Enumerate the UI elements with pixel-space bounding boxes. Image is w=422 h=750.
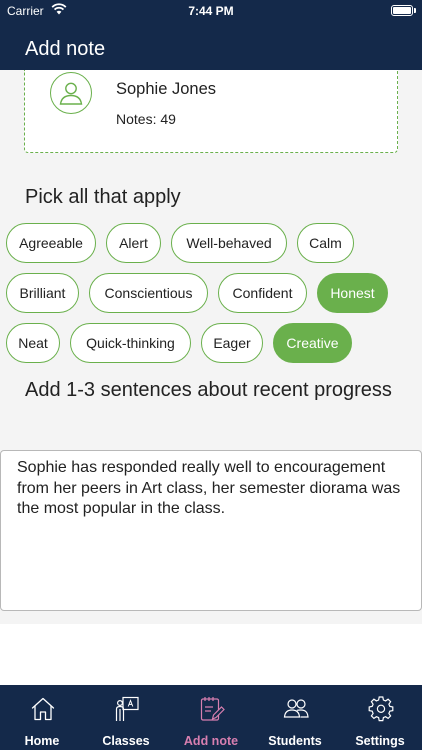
main-content: Sophie Jones Notes: 49 Pick all that app… xyxy=(0,70,422,624)
trait-chip-label: Brilliant xyxy=(19,285,66,301)
classroom-icon xyxy=(115,696,139,721)
tab-students[interactable]: Students xyxy=(253,685,337,750)
tab-students-label: Students xyxy=(268,734,322,748)
nav-bar: Add note xyxy=(0,24,422,70)
trait-chip-label: Honest xyxy=(330,285,375,301)
trait-chip-label: Alert xyxy=(119,235,148,251)
trait-chip[interactable]: Brilliant xyxy=(6,273,79,313)
gear-icon xyxy=(368,696,394,722)
trait-chip-label: Well-behaved xyxy=(186,235,272,251)
battery-icon xyxy=(391,5,413,16)
person-icon xyxy=(50,72,92,114)
trait-chip[interactable]: Alert xyxy=(106,223,161,263)
status-bar: Carrier 7:44 PM xyxy=(0,0,422,24)
progress-title: Add 1-3 sentences about recent progress xyxy=(25,379,392,401)
trait-chip[interactable]: Well-behaved xyxy=(171,223,287,263)
tab-home[interactable]: Home xyxy=(0,685,84,750)
add-note-icon xyxy=(200,697,225,721)
trait-chip[interactable]: Neat xyxy=(6,323,60,363)
trait-chip[interactable]: Conscientious xyxy=(89,273,208,313)
page-title: Add note xyxy=(25,38,106,60)
students-icon xyxy=(283,699,309,718)
tab-add-note[interactable]: Add note xyxy=(169,685,253,750)
trait-chip[interactable]: Honest xyxy=(317,273,388,313)
trait-chip-label: Calm xyxy=(309,235,342,251)
note-text-area[interactable]: Sophie has responded really well to enco… xyxy=(0,450,422,611)
trait-chip[interactable]: Quick-thinking xyxy=(70,323,191,363)
student-card[interactable]: Sophie Jones Notes: 49 xyxy=(24,70,398,153)
battery-tip xyxy=(414,8,416,13)
tab-bar: Home Classes Add note Students Settings xyxy=(0,685,422,750)
traits-title: Pick all that apply xyxy=(25,186,181,208)
trait-chip-label: Conscientious xyxy=(104,285,193,301)
student-name: Sophie Jones xyxy=(116,80,216,98)
home-icon xyxy=(31,697,55,721)
trait-chip-label: Confident xyxy=(232,285,293,301)
trait-chip-label: Quick-thinking xyxy=(86,335,175,351)
trait-chip-label: Creative xyxy=(286,335,339,351)
status-time: 7:44 PM xyxy=(188,4,234,18)
trait-chip[interactable]: Calm xyxy=(297,223,354,263)
trait-chip-label: Neat xyxy=(18,335,48,351)
tab-settings[interactable]: Settings xyxy=(338,685,422,750)
tab-add-note-label: Add note xyxy=(183,734,239,748)
trait-chip[interactable]: Agreeable xyxy=(6,223,96,263)
tab-classes-label: Classes xyxy=(102,734,150,748)
tab-settings-label: Settings xyxy=(355,734,405,748)
trait-chip-label: Agreeable xyxy=(19,235,83,251)
tab-home-label: Home xyxy=(24,734,60,748)
student-notes-count: Notes: 49 xyxy=(116,111,176,127)
trait-chip[interactable]: Eager xyxy=(201,323,263,363)
trait-chip[interactable]: Creative xyxy=(273,323,352,363)
trait-chip[interactable]: Confident xyxy=(218,273,307,313)
trait-chip-label: Eager xyxy=(213,335,251,351)
tab-classes[interactable]: Classes xyxy=(84,685,168,750)
